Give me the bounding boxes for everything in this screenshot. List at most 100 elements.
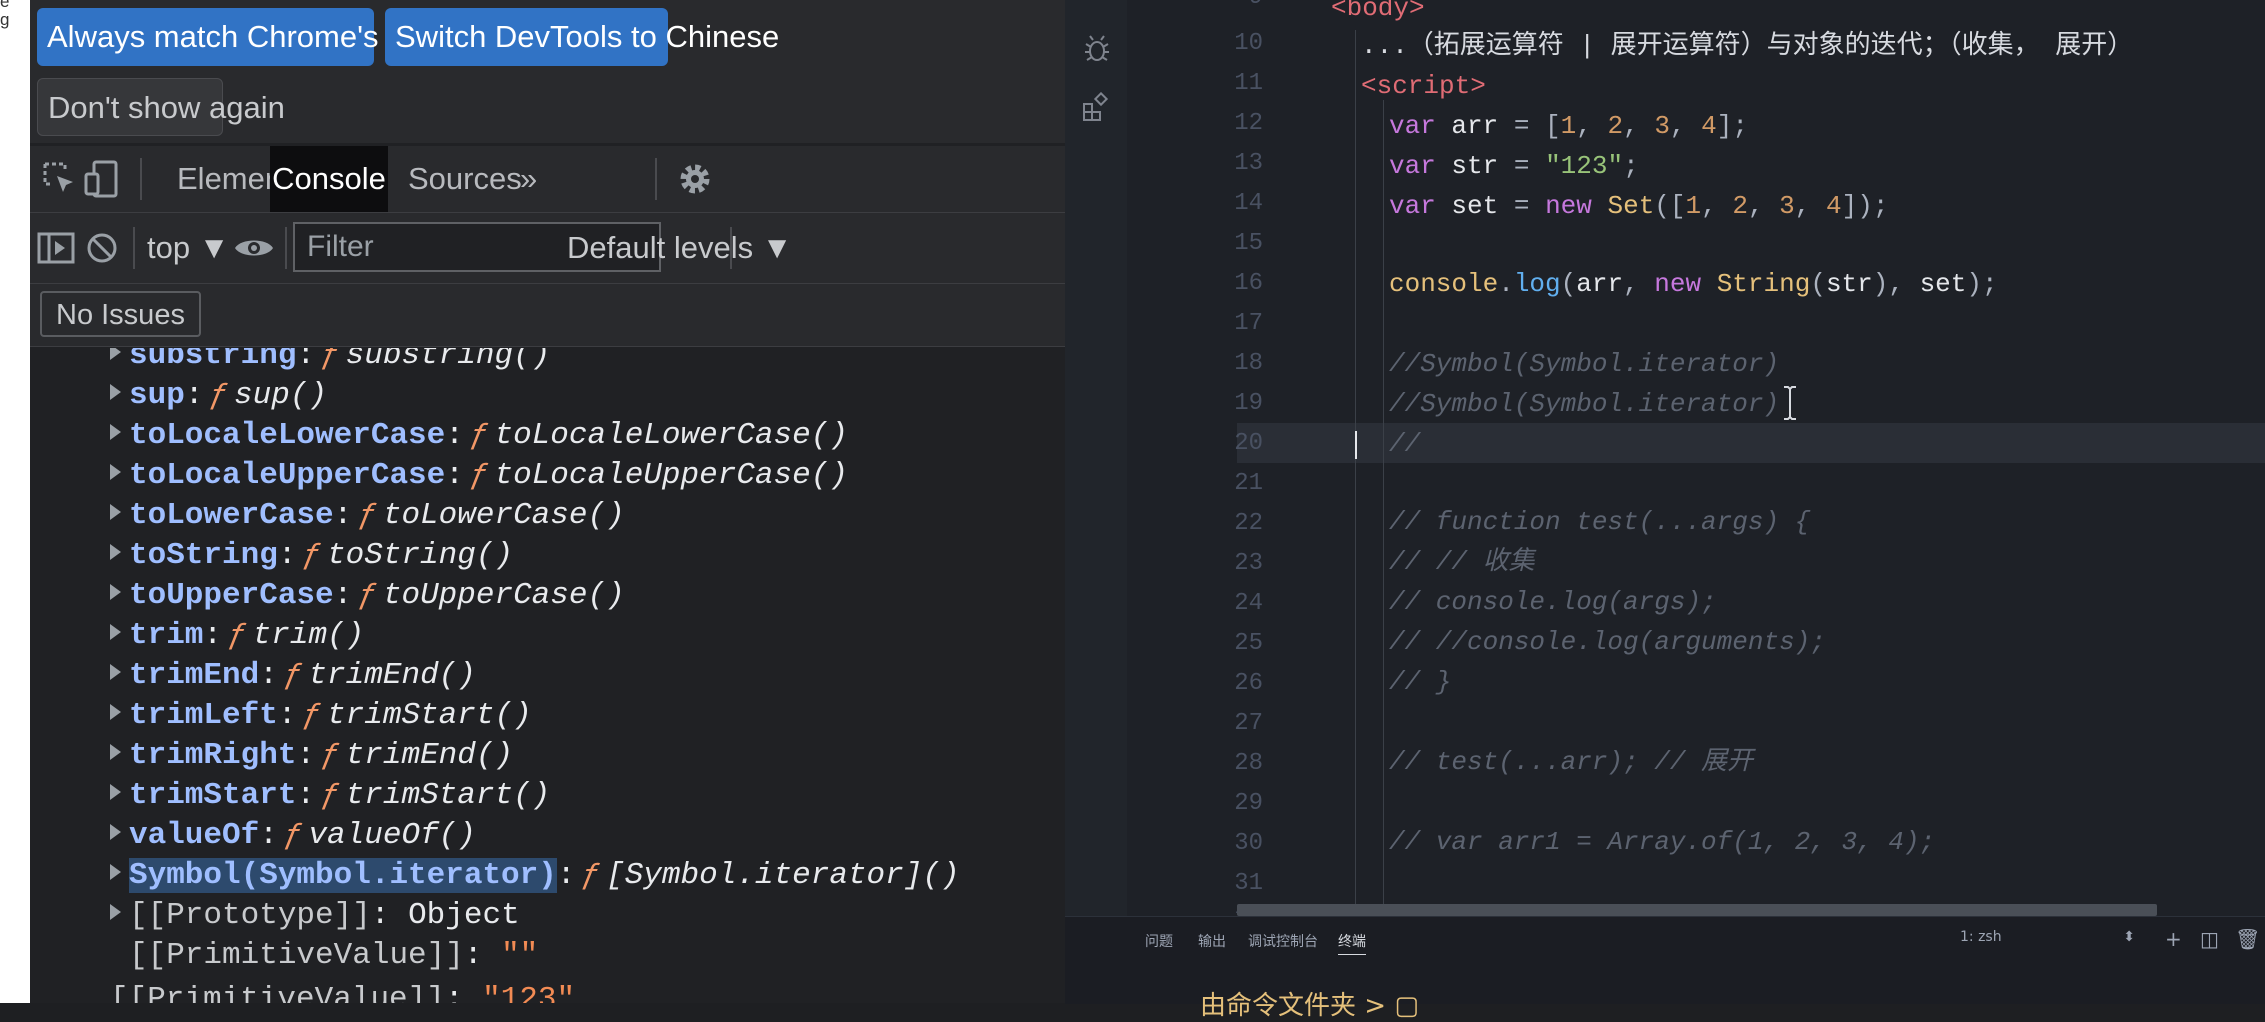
- sidebar-toggle-icon[interactable]: [36, 213, 76, 283]
- bottom-panel: 问题 输出 调试控制台 终端 1: zsh ⬍ + ◫ 🗑 由命令文件夹 > ▢: [1065, 916, 2265, 1021]
- line-number: 30: [1234, 830, 1263, 857]
- settings-gear-icon[interactable]: [670, 146, 720, 212]
- prototype-row[interactable]: [[Prototype]]: Object: [110, 896, 520, 936]
- issues-bar: No Issues: [30, 284, 1065, 347]
- code-line-9: <body>: [1331, 0, 1425, 23]
- expand-triangle-icon[interactable]: [110, 383, 121, 400]
- line-number: 11: [1234, 70, 1263, 97]
- code-line-11: <script>: [1361, 71, 1486, 101]
- console-property-row[interactable]: toLocaleUpperCase: ƒ toLocaleUpperCase(): [110, 456, 848, 496]
- tab-output[interactable]: 输出: [1198, 931, 1226, 951]
- expand-triangle-icon[interactable]: [110, 503, 121, 520]
- device-toolbar-icon[interactable]: [82, 146, 122, 212]
- indent-guide: [1383, 100, 1384, 910]
- live-expression-eye-icon[interactable]: [230, 213, 278, 283]
- console-property-row[interactable]: toLocaleLowerCase: ƒ toLocaleLowerCase(): [110, 416, 848, 456]
- console-property-row[interactable]: Symbol(Symbol.iterator): ƒ [Symbol.iterato…: [110, 856, 960, 896]
- console-property-row[interactable]: trimLeft: ƒ trimStart(): [110, 696, 532, 736]
- code-line-25: // //console.log(arguments);: [1389, 627, 1826, 657]
- code-line-22: // function test(...args) {: [1389, 507, 1811, 537]
- console-property-row[interactable]: toLowerCase: ƒ toLowerCase(): [110, 496, 625, 536]
- trash-icon[interactable]: 🗑: [2235, 927, 2260, 951]
- debug-bug-icon[interactable]: [1083, 34, 1111, 69]
- code-area[interactable]: <body> ...（拓展运算符 | 展开运算符）与对象的迭代；（收集， 展开）…: [1275, 0, 2265, 931]
- console-property-row[interactable]: sup: ƒ sup(): [110, 376, 327, 416]
- toolbar-separator: [730, 227, 732, 269]
- no-issues-button[interactable]: No Issues: [40, 291, 201, 337]
- line-number: 13: [1234, 150, 1263, 177]
- console-property-row[interactable]: substring: ƒ substring(): [110, 348, 550, 376]
- tab-problems[interactable]: 问题: [1145, 931, 1173, 951]
- line-number: 15: [1234, 230, 1263, 257]
- line-number: 18: [1234, 350, 1263, 377]
- line-number: 19: [1234, 390, 1263, 417]
- always-match-language-button[interactable]: Always match Chrome's language: [37, 8, 515, 66]
- tab-debug-console[interactable]: 调试控制台: [1248, 931, 1318, 951]
- expand-triangle-icon[interactable]: [110, 903, 121, 920]
- line-number: 27: [1234, 710, 1263, 737]
- horizontal-scrollbar[interactable]: [1237, 904, 2157, 916]
- inspect-element-icon[interactable]: [40, 146, 80, 212]
- default-levels-dropdown[interactable]: Default levels ▼: [567, 213, 792, 283]
- split-terminal-icon[interactable]: ◫: [2200, 927, 2219, 951]
- page-edge-text: g: [0, 10, 10, 29]
- console-property-row[interactable]: valueOf: ƒ valueOf(): [110, 816, 476, 856]
- line-number: 10: [1234, 30, 1263, 57]
- context-selector[interactable]: top ▼: [147, 213, 229, 283]
- clear-console-icon[interactable]: [82, 213, 122, 283]
- line-number: 28: [1234, 750, 1263, 777]
- tab-console[interactable]: Console: [270, 146, 388, 212]
- expand-triangle-icon[interactable]: [110, 823, 121, 840]
- expand-triangle-icon[interactable]: [110, 583, 121, 600]
- code-line-10: ...（拓展运算符 | 展开运算符）与对象的迭代；（收集， 展开）: [1361, 31, 2134, 61]
- line-number: 12: [1234, 110, 1263, 137]
- select-arrows-icon: ⬍: [2123, 929, 2135, 945]
- expand-triangle-icon[interactable]: [110, 348, 121, 360]
- expand-triangle-icon[interactable]: [110, 623, 121, 640]
- console-property-row[interactable]: trim: ƒ trim(): [110, 616, 364, 656]
- terminal-select[interactable]: 1: zsh ⬍: [1960, 929, 2145, 951]
- console-property-row[interactable]: toString: ƒ toString(): [110, 536, 513, 576]
- console-property-row[interactable]: trimEnd: ƒ trimEnd(): [110, 656, 476, 696]
- expand-triangle-icon[interactable]: [110, 783, 121, 800]
- code-line-16: console.log(arr, new String(str), set);: [1389, 269, 1998, 299]
- expand-triangle-icon[interactable]: [110, 543, 121, 560]
- code-line-14: var set = new Set([1, 2, 3, 4]);: [1389, 191, 1889, 221]
- console-toolbar: top ▼ Filter Default levels ▼: [30, 213, 1065, 284]
- console-property-row[interactable]: trimRight: ƒ trimEnd(): [110, 736, 513, 776]
- extensions-icon[interactable]: [1081, 91, 1111, 127]
- page-edge: e g: [0, 0, 30, 1003]
- code-line-30: // var arr1 = Array.of(1, 2, 3, 4);: [1389, 827, 1936, 857]
- add-terminal-icon[interactable]: +: [2165, 927, 2182, 951]
- code-line-26: // }: [1389, 667, 1452, 697]
- devtools-panel: Always match Chrome's language Switch De…: [30, 0, 1065, 1003]
- line-number: 14: [1234, 190, 1263, 217]
- console-property-row[interactable]: toUpperCase: ƒ toUpperCase(): [110, 576, 625, 616]
- code-editor: 9 10 11 12 13 14 15 16 17 18 19 20 21 22…: [1065, 0, 2265, 1003]
- tab-terminal[interactable]: 终端: [1338, 931, 1366, 955]
- switch-to-chinese-button[interactable]: Switch DevTools to Chinese: [385, 8, 779, 66]
- expand-triangle-icon[interactable]: [110, 863, 121, 880]
- devtools-tabbar: Elements Console Sources »: [30, 146, 1065, 213]
- expand-triangle-icon[interactable]: [110, 703, 121, 720]
- language-infobar: Always match Chrome's language Switch De…: [30, 0, 1065, 143]
- console-property-row[interactable]: trimStart: ƒ trimStart(): [110, 776, 550, 816]
- line-number: 20: [1234, 430, 1263, 457]
- toolbar-separator: [133, 227, 135, 269]
- more-tabs-button[interactable]: »: [500, 146, 557, 212]
- expand-triangle-icon[interactable]: [110, 423, 121, 440]
- code-line-20: //: [1389, 429, 1421, 459]
- text-caret: [1355, 431, 1357, 459]
- code-line-18: //Symbol(Symbol.iterator): [1389, 349, 1780, 379]
- expand-triangle-icon[interactable]: [110, 463, 121, 480]
- dont-show-again-button[interactable]: Don't show again: [37, 78, 285, 136]
- toolbar-separator: [285, 227, 287, 269]
- primitive-value-row-outer: [[PrimitiveValue]]: "123": [110, 982, 576, 1003]
- console-output: substring: ƒ substring() sup: ƒ sup() toLoca…: [30, 348, 1065, 1003]
- expand-triangle-icon[interactable]: [110, 663, 121, 680]
- terminal-line: 由命令文件夹 > ▢: [1200, 991, 1419, 1021]
- line-number: 21: [1234, 470, 1263, 497]
- line-number: 16: [1234, 270, 1263, 297]
- indent-guide: [1355, 30, 1356, 910]
- expand-triangle-icon[interactable]: [110, 743, 121, 760]
